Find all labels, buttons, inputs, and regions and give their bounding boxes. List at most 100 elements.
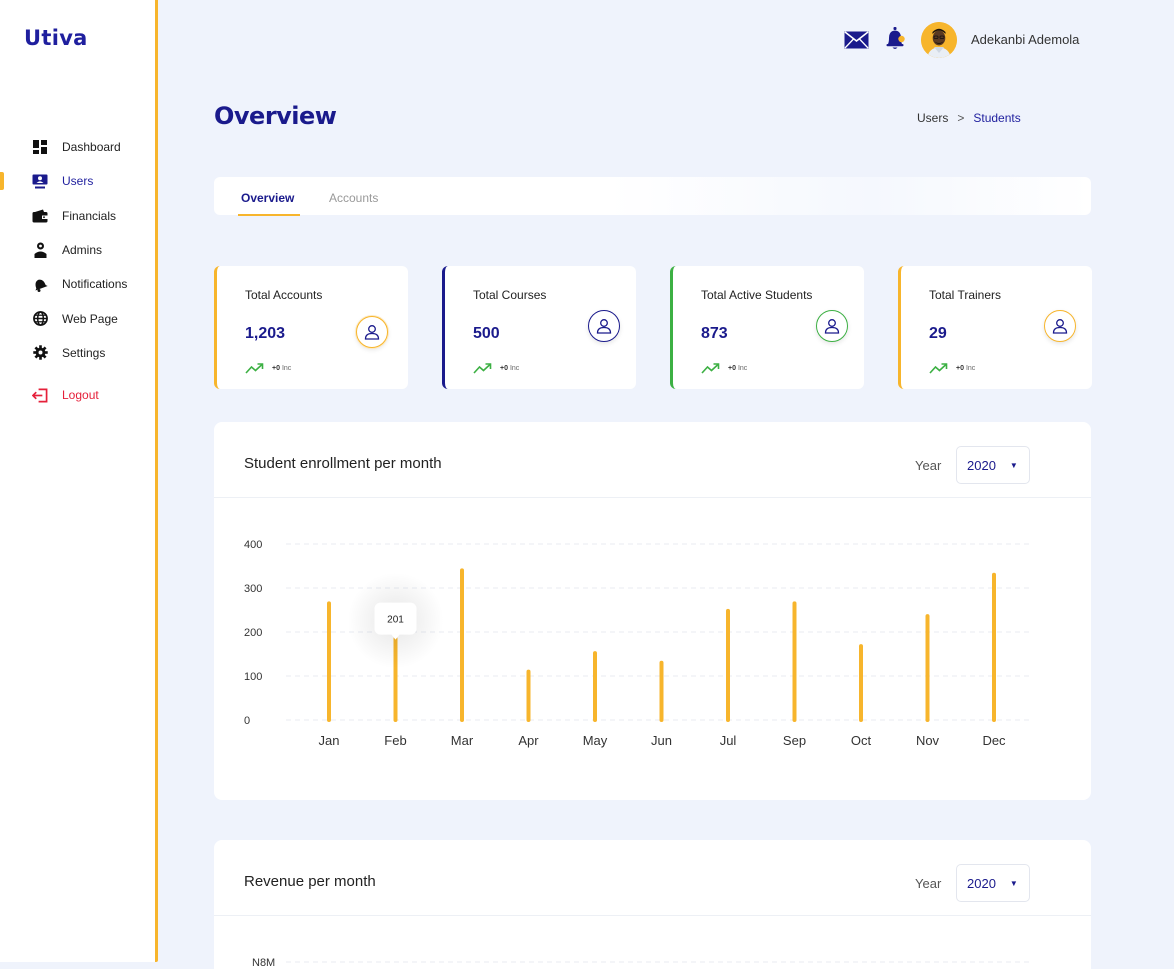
stat-trend: +0 Inc: [701, 363, 747, 374]
sidebar-item-label: Settings: [62, 345, 106, 360]
y-tick-label: 200: [244, 627, 262, 639]
sidebar-item-users[interactable]: Users: [0, 164, 158, 198]
x-tick-label: Jun: [651, 733, 672, 748]
year-label: Year: [915, 876, 942, 891]
stat-title: Total Active Students: [701, 288, 813, 302]
mail-icon[interactable]: [844, 31, 869, 49]
trend-value: +0: [500, 365, 508, 372]
stat-title: Total Trainers: [929, 288, 1002, 302]
sidebar-item-label: Notifications: [62, 277, 128, 292]
sidebar-item-notifications[interactable]: Notifications: [0, 267, 158, 301]
y-tick-label: 300: [244, 583, 262, 595]
logo[interactable]: Utiva: [24, 26, 88, 50]
stat-title: Total Courses: [473, 288, 547, 302]
year-select[interactable]: 2020 ▼: [956, 446, 1030, 484]
breadcrumb-parent[interactable]: Users: [917, 111, 948, 125]
enrollment-bar-chart: 0 100 200 300 400 Jan Feb Mar Apr May Jun Jul Sep Oct…: [244, 539, 1029, 748]
users-monitor-icon: [32, 173, 48, 189]
trend-unit: Inc: [281, 365, 292, 372]
sidebar: Utiva Dashboard Users Financials Admins: [0, 0, 158, 962]
sidebar-item-label: Web Page: [62, 311, 118, 326]
wallet-icon: [32, 208, 48, 224]
trend-unit: Inc: [737, 365, 748, 372]
x-tick-label: Apr: [518, 733, 539, 748]
avatar[interactable]: [921, 22, 957, 58]
y-tick-label: 0: [244, 715, 250, 727]
year-label: Year: [915, 458, 942, 473]
trend-up-icon: [245, 363, 264, 374]
x-tick-label: Dec: [982, 733, 1006, 748]
y-tick-label: N8M: [252, 957, 275, 966]
revenue-chart-panel: Revenue per month Year 2020 ▼ N8M: [214, 840, 1091, 969]
sidebar-item-label: Logout: [62, 388, 99, 403]
x-tick-label: Nov: [916, 733, 940, 748]
sidebar-item-dashboard[interactable]: Dashboard: [0, 130, 158, 164]
trend-label: +0 Inc: [500, 365, 519, 372]
trend-unit: Inc: [965, 365, 976, 372]
stat-card-total-active-students: Total Active Students 873 +0 Inc: [670, 266, 864, 389]
x-tick-label: Jan: [319, 733, 340, 748]
chevron-down-icon: ▼: [1009, 878, 1018, 888]
year-select-value: 2020: [967, 457, 996, 473]
stat-card-total-accounts: Total Accounts 1,203 +0 Inc: [214, 266, 408, 389]
globe-icon: [32, 311, 48, 327]
user-name[interactable]: Adekanbi Ademola: [971, 32, 1079, 47]
trend-value: +0: [728, 365, 736, 372]
y-tick-label: 400: [244, 539, 262, 551]
trend-up-icon: [701, 363, 720, 374]
x-tick-label: May: [583, 733, 608, 748]
sidebar-item-label: Dashboard: [62, 140, 121, 155]
x-tick-label: Mar: [451, 733, 474, 748]
sidebar-item-label: Financials: [62, 208, 117, 223]
stat-card-total-courses: Total Courses 500 +0 Inc: [442, 266, 636, 389]
year-select[interactable]: 2020 ▼: [956, 864, 1030, 902]
x-tick-label: Sep: [783, 733, 806, 748]
sidebar-item-label: Users: [62, 174, 94, 189]
user-icon: [356, 316, 388, 348]
tab-accounts[interactable]: Accounts: [329, 191, 378, 205]
divider: [214, 497, 1091, 498]
user-icon: [816, 310, 848, 342]
sidebar-item-financials[interactable]: Financials: [0, 199, 158, 233]
tab-overview[interactable]: Overview: [237, 191, 301, 216]
stat-trend: +0 Inc: [473, 363, 519, 374]
dashboard-grid-icon: [32, 139, 48, 155]
stat-value: 873: [701, 325, 728, 342]
stat-value: 29: [929, 325, 947, 342]
trend-unit: Inc: [509, 365, 520, 372]
stat-trend: +0 Inc: [245, 363, 291, 374]
trend-value: +0: [956, 365, 964, 372]
trend-up-icon: [473, 363, 492, 374]
sidebar-item-admins[interactable]: Admins: [0, 233, 158, 267]
sidebar-nav: Dashboard Users Financials Admins Notifi…: [0, 130, 158, 412]
enrollment-chart-panel: Student enrollment per month Year 2020 ▼…: [214, 422, 1091, 800]
user-icon: [588, 310, 620, 342]
chart-title: Student enrollment per month: [244, 455, 442, 472]
trend-label: +0 Inc: [272, 365, 291, 372]
trend-up-icon: [929, 363, 948, 374]
x-tick-label: Jul: [720, 733, 737, 748]
sidebar-item-web-page[interactable]: Web Page: [0, 301, 158, 335]
page-title: Overview: [214, 102, 337, 130]
stat-trend: +0 Inc: [929, 363, 975, 374]
sidebar-item-settings[interactable]: Settings: [0, 336, 158, 370]
logout-icon: [32, 387, 48, 403]
year-select-value: 2020: [967, 875, 996, 891]
stat-value: 500: [473, 325, 500, 342]
tooltip-value: 201: [387, 615, 404, 626]
notification-bell-icon: [32, 276, 48, 293]
x-tick-label: Oct: [851, 733, 872, 748]
y-tick-label: 100: [244, 671, 262, 683]
gear-icon: [32, 345, 48, 361]
notification-bell-icon[interactable]: [886, 27, 906, 51]
stat-card-total-trainers: Total Trainers 29 +0 Inc: [898, 266, 1092, 389]
trend-value: +0: [272, 365, 280, 372]
trend-label: +0 Inc: [956, 365, 975, 372]
sidebar-item-label: Admins: [62, 243, 103, 258]
admin-person-icon: [32, 242, 48, 259]
chart-title: Revenue per month: [244, 873, 376, 890]
sidebar-item-logout[interactable]: Logout: [0, 378, 158, 412]
revenue-bar-chart: N8M: [252, 957, 1029, 966]
breadcrumb-separator: >: [957, 111, 965, 125]
chart-tooltip: 201: [347, 572, 444, 669]
